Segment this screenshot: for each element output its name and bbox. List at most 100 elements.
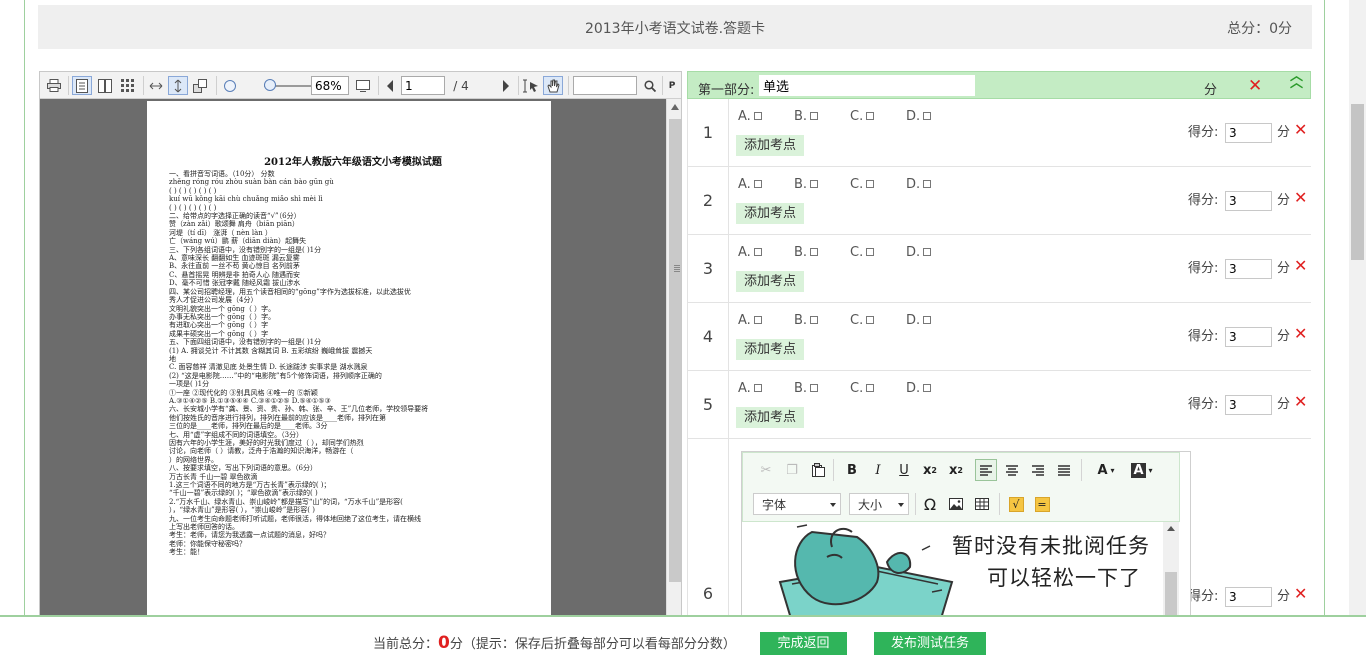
formula-equals-icon[interactable]: = xyxy=(1031,493,1053,515)
formula-sqrt-icon[interactable]: √ xyxy=(1005,493,1027,515)
pdf-search-input[interactable] xyxy=(573,76,637,95)
option-choice[interactable]: C. xyxy=(850,313,906,328)
delete-question-icon[interactable]: ✕ xyxy=(1294,584,1307,603)
delete-question-icon[interactable]: ✕ xyxy=(1294,256,1307,275)
next-page-icon[interactable] xyxy=(496,76,516,95)
score-input[interactable] xyxy=(1225,327,1272,347)
thumbnail-grid-icon[interactable] xyxy=(118,76,138,95)
align-justify-icon[interactable] xyxy=(1053,459,1075,481)
option-choice[interactable]: D. xyxy=(906,177,962,192)
option-choice[interactable]: C. xyxy=(850,109,906,124)
page-scroll-thumb[interactable] xyxy=(1351,104,1364,260)
delete-question-icon[interactable]: ✕ xyxy=(1294,188,1307,207)
scroll-up-icon[interactable] xyxy=(1167,526,1175,531)
search-icon[interactable] xyxy=(640,76,660,95)
add-knowledge-point-button[interactable]: 添加考点 xyxy=(736,135,805,156)
copy-icon[interactable]: ❐ xyxy=(781,459,803,481)
subscript-icon[interactable]: x2 xyxy=(919,459,941,481)
paste-icon[interactable] xyxy=(807,459,829,481)
done-return-button[interactable]: 完成返回 xyxy=(760,632,847,655)
score-input[interactable] xyxy=(1225,259,1272,279)
option-choice[interactable]: C. xyxy=(850,245,906,260)
zoom-out-icon[interactable] xyxy=(220,76,240,95)
insert-image-icon[interactable] xyxy=(945,493,967,515)
option-choice[interactable]: D. xyxy=(906,109,962,124)
pdf-vertical-scrollbar[interactable] xyxy=(666,99,681,620)
option-checkbox[interactable] xyxy=(753,384,762,392)
background-color-icon[interactable]: A ▾ xyxy=(1125,459,1159,481)
underline-icon[interactable]: U xyxy=(893,459,915,481)
option-checkbox[interactable] xyxy=(753,248,762,256)
font-color-icon[interactable]: A ▾ xyxy=(1089,459,1123,481)
option-checkbox[interactable] xyxy=(866,248,875,256)
score-input[interactable] xyxy=(1225,395,1272,415)
delete-question-icon[interactable]: ✕ xyxy=(1294,392,1307,411)
option-checkbox[interactable] xyxy=(866,384,875,392)
zoom-slider-handle[interactable] xyxy=(264,79,276,91)
editor-scrollbar[interactable] xyxy=(1163,522,1179,621)
option-choice[interactable]: C. xyxy=(850,177,906,192)
section-name-input[interactable] xyxy=(759,75,975,96)
align-center-icon[interactable] xyxy=(1001,459,1023,481)
option-choice[interactable]: C. xyxy=(850,381,906,396)
add-knowledge-point-button[interactable]: 添加考点 xyxy=(736,203,805,224)
option-checkbox[interactable] xyxy=(866,112,875,120)
option-checkbox[interactable] xyxy=(753,180,762,188)
page-number-input[interactable] xyxy=(401,76,445,95)
option-choice[interactable]: A. xyxy=(738,381,794,396)
score-input[interactable] xyxy=(1225,123,1272,143)
editor-scroll-thumb[interactable] xyxy=(1165,572,1177,621)
fit-width-icon[interactable] xyxy=(146,76,166,95)
pdf-document-area[interactable]: 2012年人教版六年级语文小考模拟试题 一、看拼音写词语。（10分） 分数 zhě… xyxy=(40,99,666,620)
superscript-icon[interactable]: x2 xyxy=(945,459,967,481)
option-choice[interactable]: D. xyxy=(906,313,962,328)
pdf-mode-icon[interactable]: P xyxy=(666,76,678,95)
add-knowledge-point-button[interactable]: 添加考点 xyxy=(736,339,805,360)
pdf-scroll-thumb[interactable] xyxy=(669,119,681,582)
option-checkbox[interactable] xyxy=(810,112,819,120)
option-checkbox[interactable] xyxy=(753,316,762,324)
option-checkbox[interactable] xyxy=(923,112,932,120)
option-checkbox[interactable] xyxy=(810,316,819,324)
option-choice[interactable]: B. xyxy=(794,381,850,396)
option-checkbox[interactable] xyxy=(866,180,875,188)
option-choice[interactable]: D. xyxy=(906,245,962,260)
option-choice[interactable]: B. xyxy=(794,177,850,192)
delete-question-icon[interactable]: ✕ xyxy=(1294,324,1307,343)
scroll-up-icon[interactable] xyxy=(671,104,679,110)
italic-icon[interactable]: I xyxy=(867,459,889,481)
collapse-section-icon[interactable]: ︿ ︿ xyxy=(1290,71,1303,90)
option-checkbox[interactable] xyxy=(866,316,875,324)
option-checkbox[interactable] xyxy=(923,248,932,256)
font-family-select[interactable]: 字体 xyxy=(753,493,841,515)
option-choice[interactable]: A. xyxy=(738,177,794,192)
option-choice[interactable]: B. xyxy=(794,109,850,124)
print-icon[interactable] xyxy=(44,76,64,95)
fit-height-icon[interactable] xyxy=(168,76,188,95)
option-choice[interactable]: A. xyxy=(738,313,794,328)
option-checkbox[interactable] xyxy=(923,180,932,188)
rotate-icon[interactable] xyxy=(190,76,210,95)
delete-question-icon[interactable]: ✕ xyxy=(1294,120,1307,139)
option-checkbox[interactable] xyxy=(810,180,819,188)
publish-task-button[interactable]: 发布测试任务 xyxy=(874,632,986,655)
align-right-icon[interactable] xyxy=(1027,459,1049,481)
score-input[interactable] xyxy=(1225,191,1272,211)
option-choice[interactable]: A. xyxy=(738,245,794,260)
option-choice[interactable]: A. xyxy=(738,109,794,124)
option-checkbox[interactable] xyxy=(810,248,819,256)
add-knowledge-point-button[interactable]: 添加考点 xyxy=(736,407,805,428)
font-size-select[interactable]: 大小 xyxy=(849,493,909,515)
text-select-icon[interactable] xyxy=(521,76,541,95)
insert-table-icon[interactable] xyxy=(971,493,993,515)
option-checkbox[interactable] xyxy=(923,316,932,324)
two-page-view-icon[interactable] xyxy=(95,76,115,95)
add-knowledge-point-button[interactable]: 添加考点 xyxy=(736,271,805,292)
cut-icon[interactable]: ✂ xyxy=(755,459,777,481)
zoom-input[interactable] xyxy=(311,76,349,95)
page-scrollbar[interactable] xyxy=(1349,0,1366,666)
delete-section-icon[interactable]: ✕ xyxy=(1248,76,1262,96)
align-left-icon[interactable] xyxy=(975,459,997,481)
option-checkbox[interactable] xyxy=(753,112,762,120)
special-char-icon[interactable]: Ω xyxy=(919,493,941,515)
